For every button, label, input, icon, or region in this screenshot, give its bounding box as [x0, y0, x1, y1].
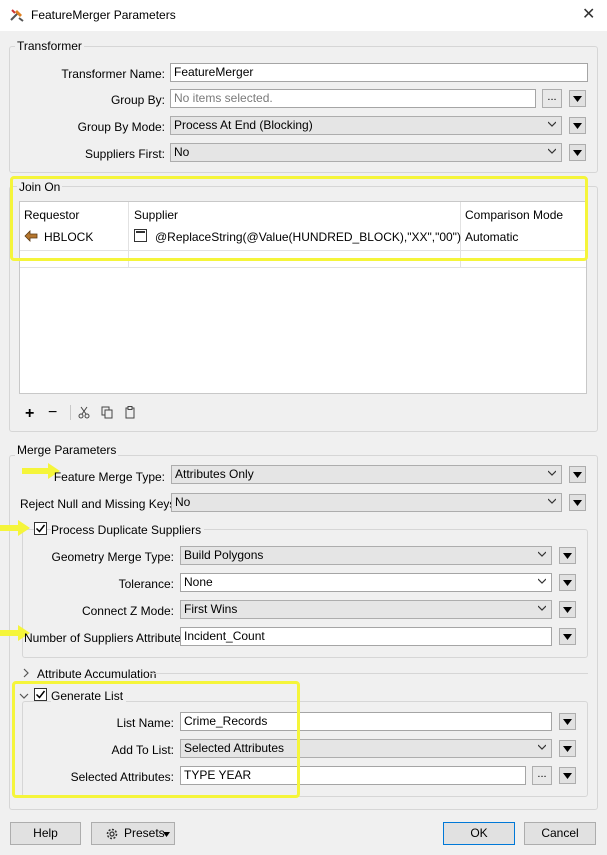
help-button[interactable]: Help	[10, 822, 81, 845]
chevron-down-icon	[548, 470, 556, 476]
cut-icon[interactable]	[78, 406, 90, 422]
reject-null-label: Reject Null and Missing Keys:	[20, 497, 179, 511]
chevron-down-icon	[548, 148, 556, 154]
reject-null-value: No	[175, 495, 191, 509]
geometry-merge-type-value: Build Polygons	[184, 548, 264, 562]
chevron-down-icon	[548, 121, 556, 127]
feature-merge-type-combo[interactable]: Attributes Only	[171, 465, 562, 484]
num-suppliers-field[interactable]: Incident_Count	[180, 627, 552, 646]
chevron-down-icon	[548, 498, 556, 504]
group-by-mode-label: Group By Mode:	[77, 120, 165, 134]
suppliers-first-value: No	[174, 145, 190, 159]
feature-merge-type-label: Feature Merge Type:	[53, 470, 165, 484]
group-by-mode-menu-button[interactable]	[569, 117, 586, 134]
close-icon[interactable]: ✕	[582, 6, 595, 24]
group-by-browse-button[interactable]: ...	[542, 89, 562, 108]
chevron-right-icon[interactable]	[22, 667, 30, 681]
remove-row-icon[interactable]: −	[48, 404, 57, 422]
cancel-button[interactable]: Cancel	[524, 822, 596, 845]
chevron-down-icon	[538, 605, 546, 611]
tolerance-menu-button[interactable]	[559, 574, 576, 591]
transformer-name-label: Transformer Name:	[61, 67, 165, 81]
chevron-down-icon	[538, 578, 546, 584]
geometry-merge-type-label: Geometry Merge Type:	[51, 550, 175, 564]
process-duplicates-checkbox[interactable]	[34, 522, 47, 535]
paste-icon[interactable]	[124, 406, 136, 422]
transformer-name-field[interactable]: FeatureMerger	[170, 63, 588, 82]
group-by-label: Group By:	[110, 93, 165, 107]
suppliers-first-menu-button[interactable]	[569, 144, 586, 161]
connect-z-value: First Wins	[184, 602, 238, 616]
selected-attributes-menu-button[interactable]	[559, 767, 576, 784]
feature-merge-type-value: Attributes Only	[175, 467, 254, 481]
group-by-menu-button[interactable]	[569, 90, 586, 107]
presets-label: Presets	[124, 826, 165, 840]
geometry-merge-type-combo[interactable]: Build Polygons	[180, 546, 552, 565]
reject-null-menu-button[interactable]	[569, 494, 586, 511]
reject-null-combo[interactable]: No	[171, 493, 562, 512]
suppliers-first-label: Suppliers First:	[84, 147, 165, 161]
list-name-menu-button[interactable]	[559, 713, 576, 730]
chevron-down-icon	[538, 744, 546, 750]
transformer-group-label: Transformer	[15, 39, 84, 53]
num-suppliers-menu-button[interactable]	[559, 628, 576, 645]
chevron-down-icon	[538, 551, 546, 557]
tolerance-value: None	[184, 575, 213, 589]
num-suppliers-label: Number of Suppliers Attribute:	[24, 631, 185, 645]
group-by-mode-value: Process At End (Blocking)	[174, 118, 313, 132]
tolerance-label: Tolerance:	[118, 577, 174, 591]
add-row-icon[interactable]: +	[25, 405, 34, 423]
attribute-accumulation-label[interactable]: Attribute Accumulation	[37, 667, 156, 681]
geometry-merge-type-menu-button[interactable]	[559, 547, 576, 564]
group-by-field[interactable]: No items selected.	[170, 89, 536, 108]
presets-button[interactable]: Presets	[91, 822, 175, 845]
highlight-box	[12, 681, 300, 798]
row-divider	[20, 267, 586, 268]
gear-icon	[106, 828, 118, 840]
group-by-mode-combo[interactable]: Process At End (Blocking)	[170, 116, 562, 135]
merge-parameters-group-label: Merge Parameters	[15, 443, 119, 457]
highlight-box	[10, 176, 588, 261]
connect-z-label: Connect Z Mode:	[81, 604, 174, 618]
process-duplicates-label[interactable]: Process Duplicate Suppliers	[51, 523, 205, 537]
tolerance-combo[interactable]: None	[180, 573, 552, 592]
copy-icon[interactable]	[101, 406, 113, 422]
arrow-annotation	[0, 520, 32, 539]
fme-app-icon	[9, 7, 25, 23]
connect-z-menu-button[interactable]	[559, 601, 576, 618]
caret-down-icon	[163, 832, 170, 837]
add-to-list-menu-button[interactable]	[559, 740, 576, 757]
selected-attributes-browse-button[interactable]: ...	[532, 766, 552, 785]
ok-button[interactable]: OK	[443, 822, 515, 845]
suppliers-first-combo[interactable]: No	[170, 143, 562, 162]
toolbar-divider	[70, 405, 71, 420]
section-divider	[150, 673, 588, 674]
feature-merge-type-menu-button[interactable]	[569, 466, 586, 483]
connect-z-combo[interactable]: First Wins	[180, 600, 552, 619]
window-title: FeatureMerger Parameters	[31, 8, 176, 22]
